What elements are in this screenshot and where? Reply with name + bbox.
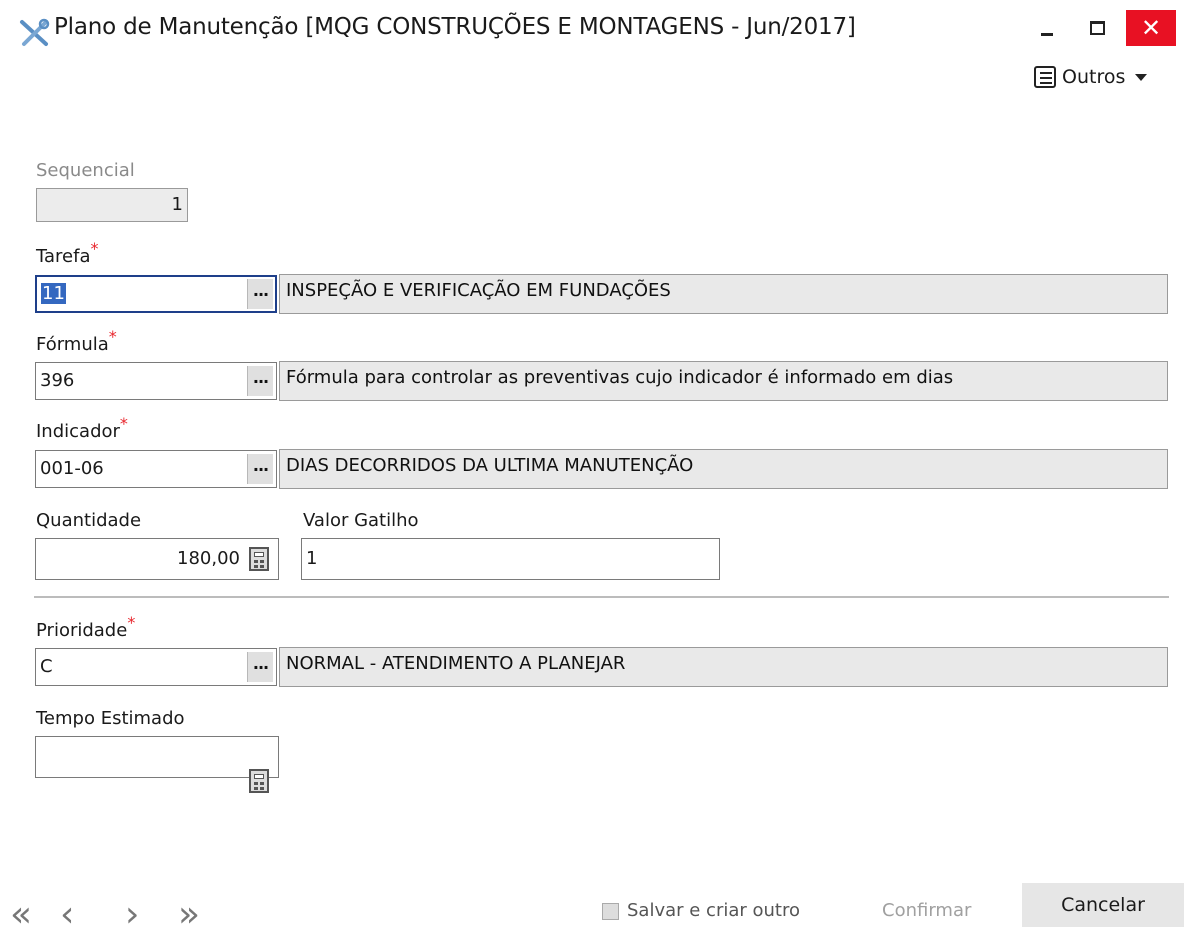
close-icon: ✕	[1140, 14, 1162, 42]
sequencial-field: 1	[36, 188, 188, 222]
formula-label: Fórmula*	[36, 327, 117, 355]
valor-gatilho-label: Valor Gatilho	[303, 510, 419, 531]
quantidade-input[interactable]: 180,00	[35, 538, 279, 580]
maximize-icon	[1089, 21, 1105, 35]
minimize-button[interactable]	[1029, 10, 1065, 46]
required-marker: *	[90, 239, 99, 258]
list-icon	[1034, 66, 1056, 88]
sequencial-label: Sequencial	[36, 160, 135, 181]
confirm-button[interactable]: Confirmar	[882, 900, 971, 921]
close-button[interactable]: ✕	[1126, 10, 1176, 46]
indicador-lookup-button[interactable]: ···	[247, 454, 273, 484]
tarefa-label: Tarefa*	[36, 239, 99, 267]
next-record-button[interactable]: ›	[125, 897, 139, 933]
first-record-button[interactable]: «	[10, 897, 32, 933]
valor-gatilho-input[interactable]: 1	[301, 538, 720, 580]
outros-label: Outros	[1062, 66, 1126, 88]
required-marker: *	[108, 327, 117, 346]
minimize-icon	[1041, 32, 1053, 36]
tarefa-description: INSPEÇÃO E VERIFICAÇÃO EM FUNDAÇÕES	[279, 274, 1168, 314]
save-and-new-label[interactable]: Salvar e criar outro	[627, 900, 800, 921]
previous-record-button[interactable]: ‹	[60, 897, 74, 933]
prioridade-description: NORMAL - ATENDIMENTO A PLANEJAR	[279, 647, 1168, 687]
save-and-new-checkbox[interactable]	[602, 903, 619, 920]
required-marker: *	[119, 414, 128, 433]
indicador-code-input[interactable]: 001-06	[35, 450, 277, 488]
maximize-button[interactable]	[1079, 10, 1115, 46]
section-divider	[34, 596, 1169, 598]
cancel-label: Cancelar	[1061, 894, 1145, 916]
chevron-down-icon	[1135, 73, 1148, 81]
quantidade-label: Quantidade	[36, 510, 142, 531]
cancel-button[interactable]: Cancelar	[1022, 883, 1184, 927]
prioridade-code-input[interactable]: C	[35, 648, 277, 686]
calculator-icon[interactable]	[249, 769, 269, 793]
required-marker: *	[127, 613, 136, 632]
prioridade-label: Prioridade*	[36, 613, 136, 641]
indicador-description: DIAS DECORRIDOS DA ULTIMA MANUTENÇÃO	[279, 449, 1168, 489]
window-title: Plano de Manutenção [MQG CONSTRUÇÕES E M…	[54, 14, 856, 40]
formula-lookup-button[interactable]: ···	[247, 366, 273, 396]
calculator-icon[interactable]	[249, 547, 269, 571]
tempo-estimado-input[interactable]	[35, 736, 279, 778]
tarefa-code-input[interactable]: 11	[35, 275, 277, 313]
prioridade-lookup-button[interactable]: ···	[247, 652, 273, 682]
formula-description: Fórmula para controlar as preventivas cu…	[279, 361, 1168, 401]
tarefa-lookup-button[interactable]: ···	[247, 279, 273, 309]
formula-code-input[interactable]: 396	[35, 362, 277, 400]
outros-menu-button[interactable]: Outros	[1034, 66, 1148, 88]
app-tools-icon	[20, 18, 50, 46]
indicador-label: Indicador*	[36, 414, 128, 442]
last-record-button[interactable]: »	[178, 897, 200, 933]
tempo-estimado-label: Tempo Estimado	[36, 708, 185, 729]
